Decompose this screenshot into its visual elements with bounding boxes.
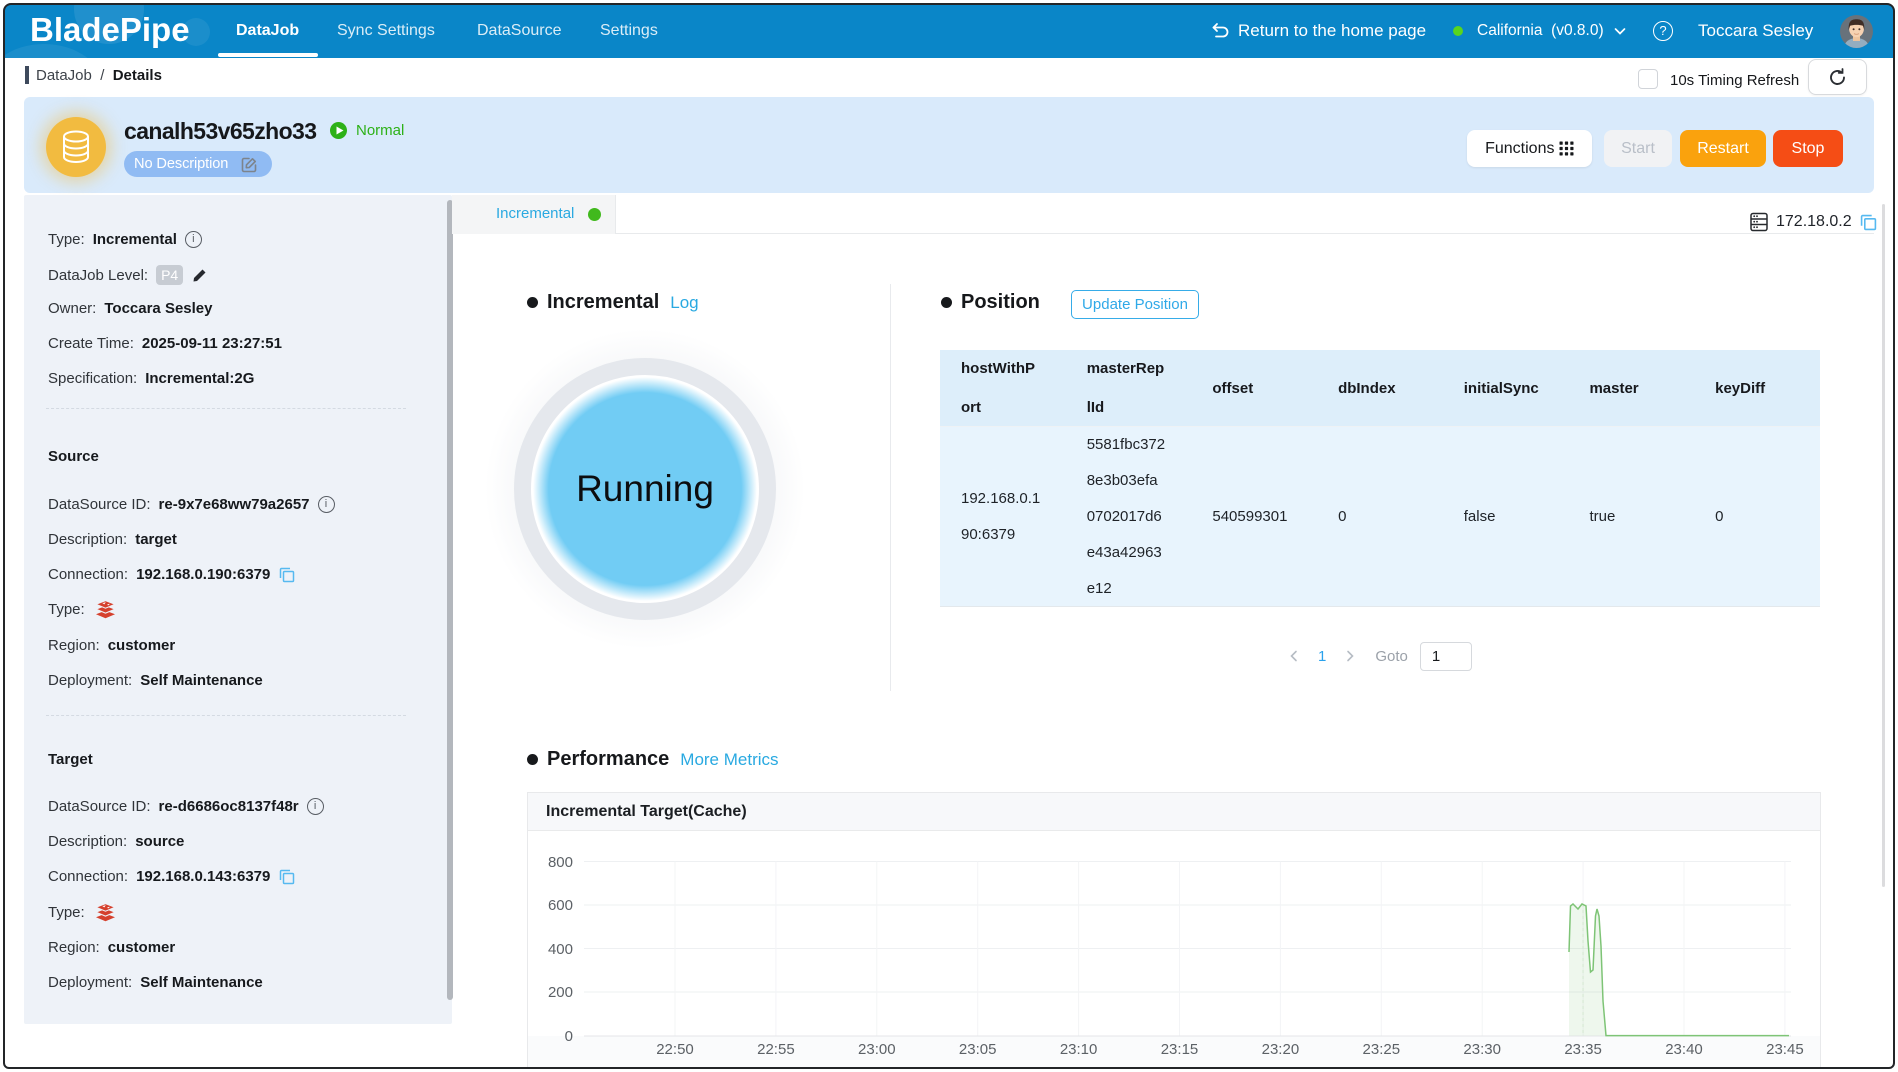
svg-text:23:10: 23:10 [1060, 1041, 1098, 1058]
svg-text:23:15: 23:15 [1161, 1041, 1199, 1058]
svg-text:23:20: 23:20 [1262, 1041, 1300, 1058]
svg-text:23:35: 23:35 [1564, 1041, 1602, 1058]
svg-text:23:25: 23:25 [1363, 1041, 1401, 1058]
svg-text:22:55: 22:55 [757, 1041, 795, 1058]
svg-text:23:45: 23:45 [1766, 1041, 1804, 1058]
svg-text:23:40: 23:40 [1665, 1041, 1703, 1058]
svg-text:23:30: 23:30 [1463, 1041, 1501, 1058]
svg-text:22:50: 22:50 [656, 1041, 694, 1058]
svg-text:23:00: 23:00 [858, 1041, 896, 1058]
svg-text:600: 600 [548, 897, 573, 914]
svg-text:200: 200 [548, 984, 573, 1001]
svg-text:400: 400 [548, 941, 573, 958]
svg-text:800: 800 [548, 854, 573, 871]
svg-text:23:05: 23:05 [959, 1041, 997, 1058]
svg-text:0: 0 [565, 1028, 573, 1045]
